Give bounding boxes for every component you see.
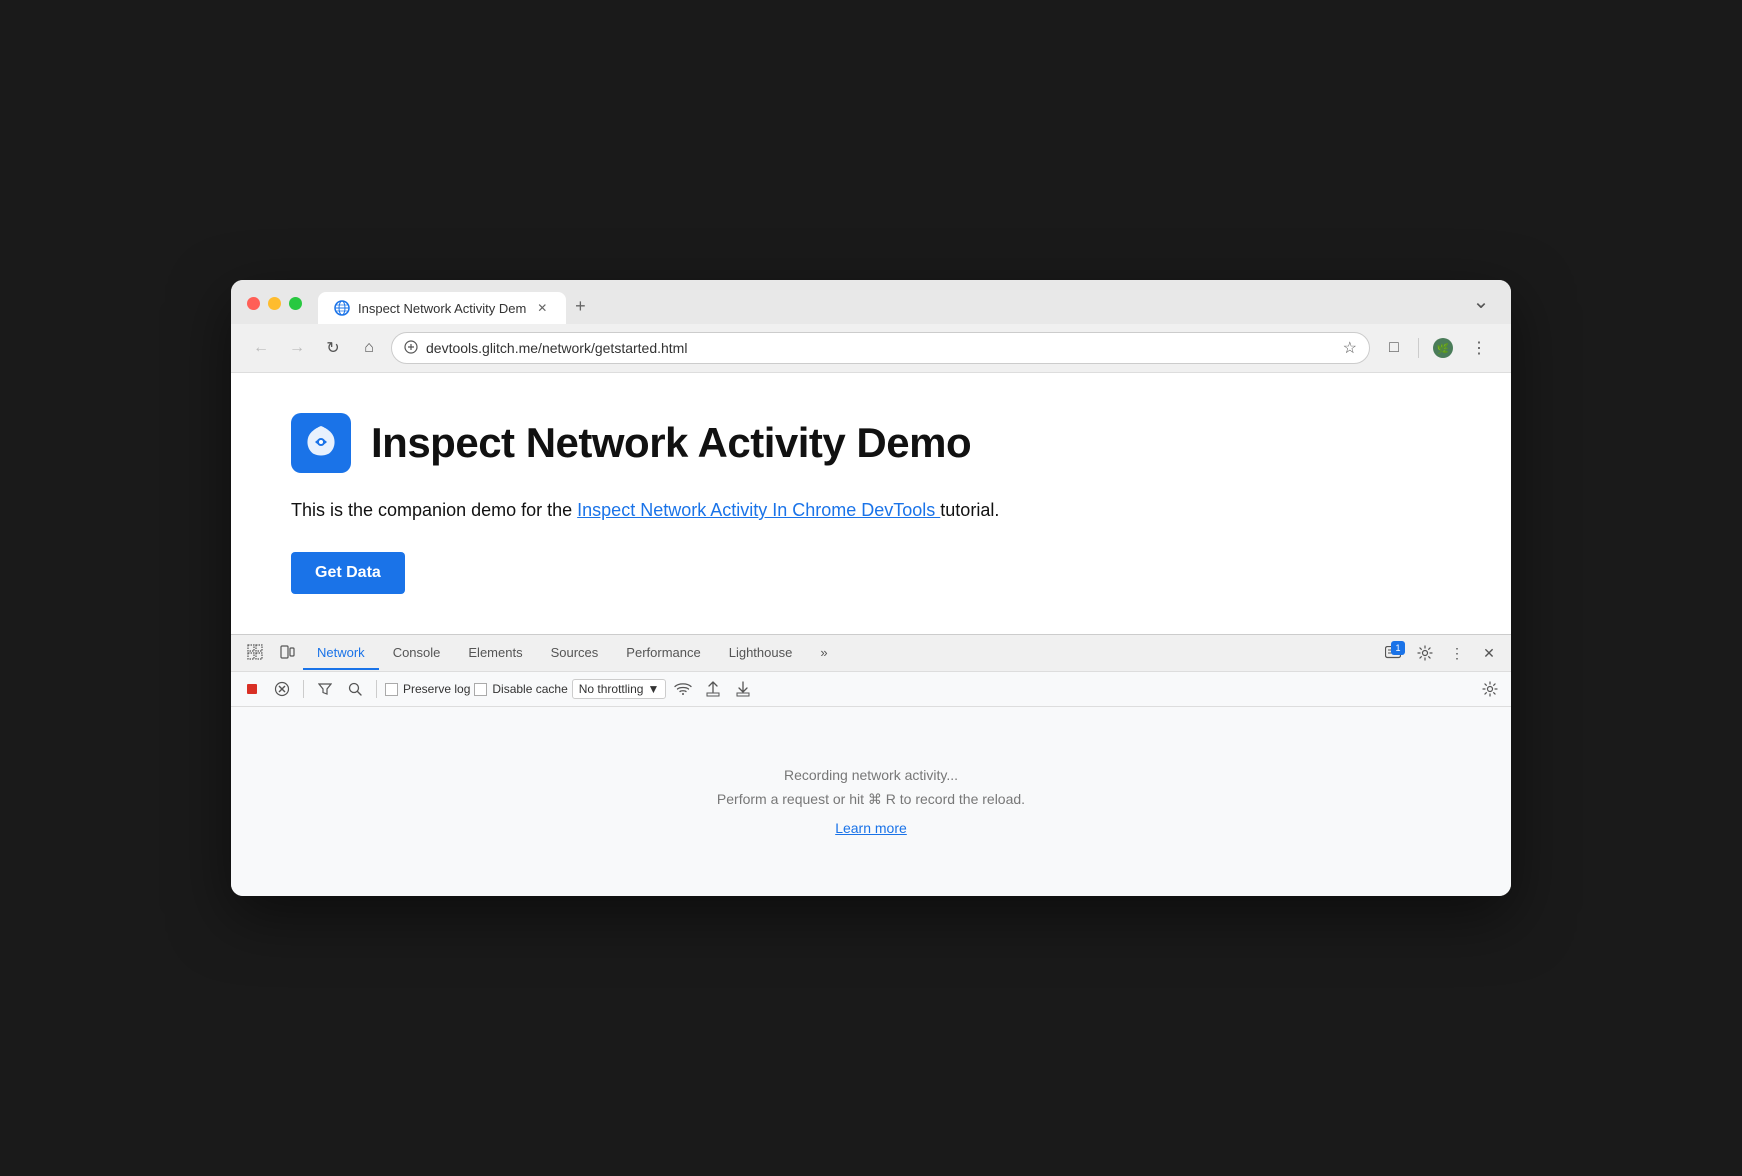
new-tab-button[interactable]: + [566, 292, 594, 320]
learn-more-link[interactable]: Learn more [835, 820, 907, 836]
throttle-arrow: ▼ [647, 682, 659, 696]
preserve-log-check[interactable] [385, 683, 398, 696]
address-text: devtools.glitch.me/network/getstarted.ht… [426, 340, 1335, 356]
page-description: This is the companion demo for the Inspe… [291, 497, 1451, 524]
title-bar: Inspect Network Activity Dem ✕ + ⌄ [231, 280, 1511, 324]
tab-title: Inspect Network Activity Dem [358, 301, 526, 316]
tab-sources[interactable]: Sources [537, 637, 613, 670]
browser-window: Inspect Network Activity Dem ✕ + ⌄ ← → ↻… [231, 280, 1511, 896]
get-data-button[interactable]: Get Data [291, 552, 405, 594]
recording-text: Recording network activity... [784, 767, 958, 783]
devtools-settings-button[interactable] [1411, 639, 1439, 667]
devtools-close-button[interactable]: ✕ [1475, 639, 1503, 667]
maximize-traffic-light[interactable] [289, 297, 302, 310]
device-toolbar-button[interactable] [271, 635, 303, 671]
page-header: Inspect Network Activity Demo [291, 413, 1451, 473]
svg-text:🌿: 🌿 [1437, 342, 1449, 355]
active-tab[interactable]: Inspect Network Activity Dem ✕ [318, 292, 566, 324]
tutorial-link[interactable]: Inspect Network Activity In Chrome DevTo… [577, 500, 940, 520]
preserve-log-checkbox[interactable]: Preserve log [385, 682, 470, 696]
tab-more[interactable]: » [806, 637, 841, 670]
net-divider-1 [303, 680, 304, 698]
wifi-icon [670, 676, 696, 702]
traffic-lights [247, 297, 302, 324]
bookmark-icon[interactable]: ☆ [1343, 338, 1357, 358]
search-button[interactable] [342, 676, 368, 702]
page-title: Inspect Network Activity Demo [371, 419, 971, 467]
network-toolbar: Preserve log Disable cache No throttling… [231, 672, 1511, 707]
back-button[interactable]: ← [247, 334, 275, 362]
toolbar-actions: □ 🌿 ⋮ [1378, 332, 1495, 364]
upload-har-button[interactable] [700, 676, 726, 702]
tab-elements[interactable]: Elements [454, 637, 536, 670]
globe-icon [334, 300, 350, 316]
clear-button[interactable] [269, 676, 295, 702]
toolbar-divider [1418, 338, 1419, 358]
throttle-select[interactable]: No throttling ▼ [572, 679, 667, 699]
network-settings-button[interactable] [1477, 676, 1503, 702]
tab-performance[interactable]: Performance [612, 637, 714, 670]
close-traffic-light[interactable] [247, 297, 260, 310]
devtools-more-button[interactable]: ⋮ [1443, 639, 1471, 667]
description-prefix: This is the companion demo for the [291, 500, 577, 520]
tab-network[interactable]: Network [303, 637, 379, 670]
disable-cache-check[interactable] [474, 683, 487, 696]
profile-button[interactable]: 🌿 [1427, 332, 1459, 364]
inspect-element-button[interactable] [239, 635, 271, 671]
devtools-tab-actions: 1 ⋮ ✕ [1379, 639, 1503, 667]
disable-cache-label: Disable cache [492, 682, 567, 696]
tab-lighthouse[interactable]: Lighthouse [715, 637, 807, 670]
more-options-button[interactable]: ⋮ [1463, 332, 1495, 364]
security-icon [404, 340, 418, 357]
filter-button[interactable] [312, 676, 338, 702]
preserve-log-label: Preserve log [403, 682, 470, 696]
browser-toolbar: ← → ↻ ⌂ devtools.glitch.me/network/getst… [231, 324, 1511, 373]
home-button[interactable]: ⌂ [355, 334, 383, 362]
stop-recording-button[interactable] [239, 676, 265, 702]
issues-badge: 1 [1391, 641, 1405, 655]
network-empty-state: Recording network activity... Perform a … [231, 707, 1511, 896]
description-suffix: tutorial. [940, 500, 999, 520]
tab-menu-button[interactable]: ⌄ [1467, 292, 1495, 320]
recording-sub-text: Perform a request or hit ⌘ R to record t… [717, 791, 1025, 808]
disable-cache-checkbox[interactable]: Disable cache [474, 682, 567, 696]
page-content: Inspect Network Activity Demo This is th… [231, 373, 1511, 634]
tab-console[interactable]: Console [379, 637, 455, 670]
page-logo [291, 413, 351, 473]
minimize-traffic-light[interactable] [268, 297, 281, 310]
address-bar[interactable]: devtools.glitch.me/network/getstarted.ht… [391, 332, 1370, 364]
devtools-tabs: Network Console Elements Sources Perform… [231, 635, 1511, 672]
reload-button[interactable]: ↻ [319, 334, 347, 362]
forward-button[interactable]: → [283, 334, 311, 362]
tabs-area: Inspect Network Activity Dem ✕ + ⌄ [318, 292, 1495, 324]
issues-button[interactable]: 1 [1379, 639, 1407, 667]
tab-close-button[interactable]: ✕ [534, 300, 550, 316]
devtools-panel: Network Console Elements Sources Perform… [231, 634, 1511, 896]
net-divider-2 [376, 680, 377, 698]
extensions-button[interactable]: □ [1378, 332, 1410, 364]
throttle-label: No throttling [579, 682, 644, 696]
download-har-button[interactable] [730, 676, 756, 702]
